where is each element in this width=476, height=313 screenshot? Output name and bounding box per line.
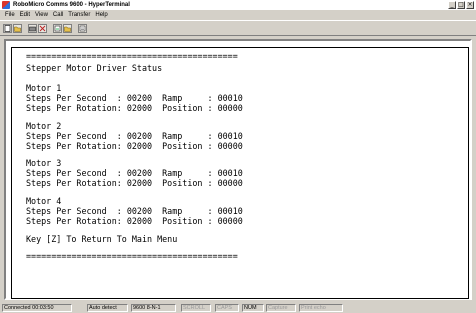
status-bar: Connected 00:03:50 Auto detect 9600 8-N-… [0,303,476,313]
menu-file[interactable]: File [5,12,15,18]
separator-bottom: ========================================… [26,251,238,261]
properties-icon[interactable] [78,24,87,33]
motor-1-speed-ramp: Steps Per Second : 00200 Ramp : 00010 [26,93,243,103]
phone-icon[interactable] [38,24,47,33]
disconnect-icon[interactable] [28,24,37,33]
motor-3-rotation-position: Steps Per Rotation: 02000 Position : 000… [26,178,243,188]
close-button[interactable]: × [466,1,474,9]
terminal-screen[interactable]: ========================================… [11,47,469,299]
status-caps: CAPS [215,304,239,312]
title-bar: RoboMicro Comms 9600 - HyperTerminal _ □… [0,0,476,10]
open-icon[interactable] [13,24,22,33]
menu-transfer[interactable]: Transfer [68,12,90,18]
motor-1-rotation-position: Steps Per Rotation: 02000 Position : 000… [26,103,243,113]
menu-bar: File Edit View Call Transfer Help [0,10,476,19]
motor-4-rotation-position: Steps Per Rotation: 02000 Position : 000… [26,216,243,226]
window-title: RoboMicro Comms 9600 - HyperTerminal [13,2,130,8]
motor-3-label: Motor 3 [26,158,62,168]
status-num: NUM [242,304,264,312]
status-connected: Connected 00:03:50 [2,304,72,312]
menu-edit[interactable]: Edit [20,12,30,18]
status-print-echo: Print echo [299,304,343,312]
hyperterminal-app-icon[interactable] [2,1,10,9]
maximize-button[interactable]: □ [457,1,465,9]
menu-help[interactable]: Help [95,12,107,18]
motor-4-speed-ramp: Steps Per Second : 00200 Ramp : 00010 [26,206,243,216]
receive-icon[interactable] [63,24,72,33]
terminal-window[interactable]: ========================================… [4,39,472,300]
status-capture: Capture [266,304,296,312]
new-connection-icon[interactable] [3,24,12,33]
minimize-button[interactable]: _ [448,1,456,9]
toolbar [0,20,476,36]
motor-1-label: Motor 1 [26,83,62,93]
status-heading: Stepper Motor Driver Status [26,63,163,73]
menu-call[interactable]: Call [53,12,63,18]
motor-4-label: Motor 4 [26,196,62,206]
motor-2-rotation-position: Steps Per Rotation: 02000 Position : 000… [26,141,243,151]
send-icon[interactable] [53,24,62,33]
motor-3-speed-ramp: Steps Per Second : 00200 Ramp : 00010 [26,168,243,178]
separator-top: ========================================… [26,51,238,61]
menu-view[interactable]: View [35,12,48,18]
window-controls: _ □ × [447,0,474,10]
return-instruction: Key [Z] To Return To Main Menu [26,234,178,244]
status-port-settings: 9600 8-N-1 [131,304,176,312]
status-detect: Auto detect [87,304,128,312]
motor-2-label: Motor 2 [26,121,62,131]
motor-2-speed-ramp: Steps Per Second : 00200 Ramp : 00010 [26,131,243,141]
status-scroll: SCROLL [181,304,211,312]
